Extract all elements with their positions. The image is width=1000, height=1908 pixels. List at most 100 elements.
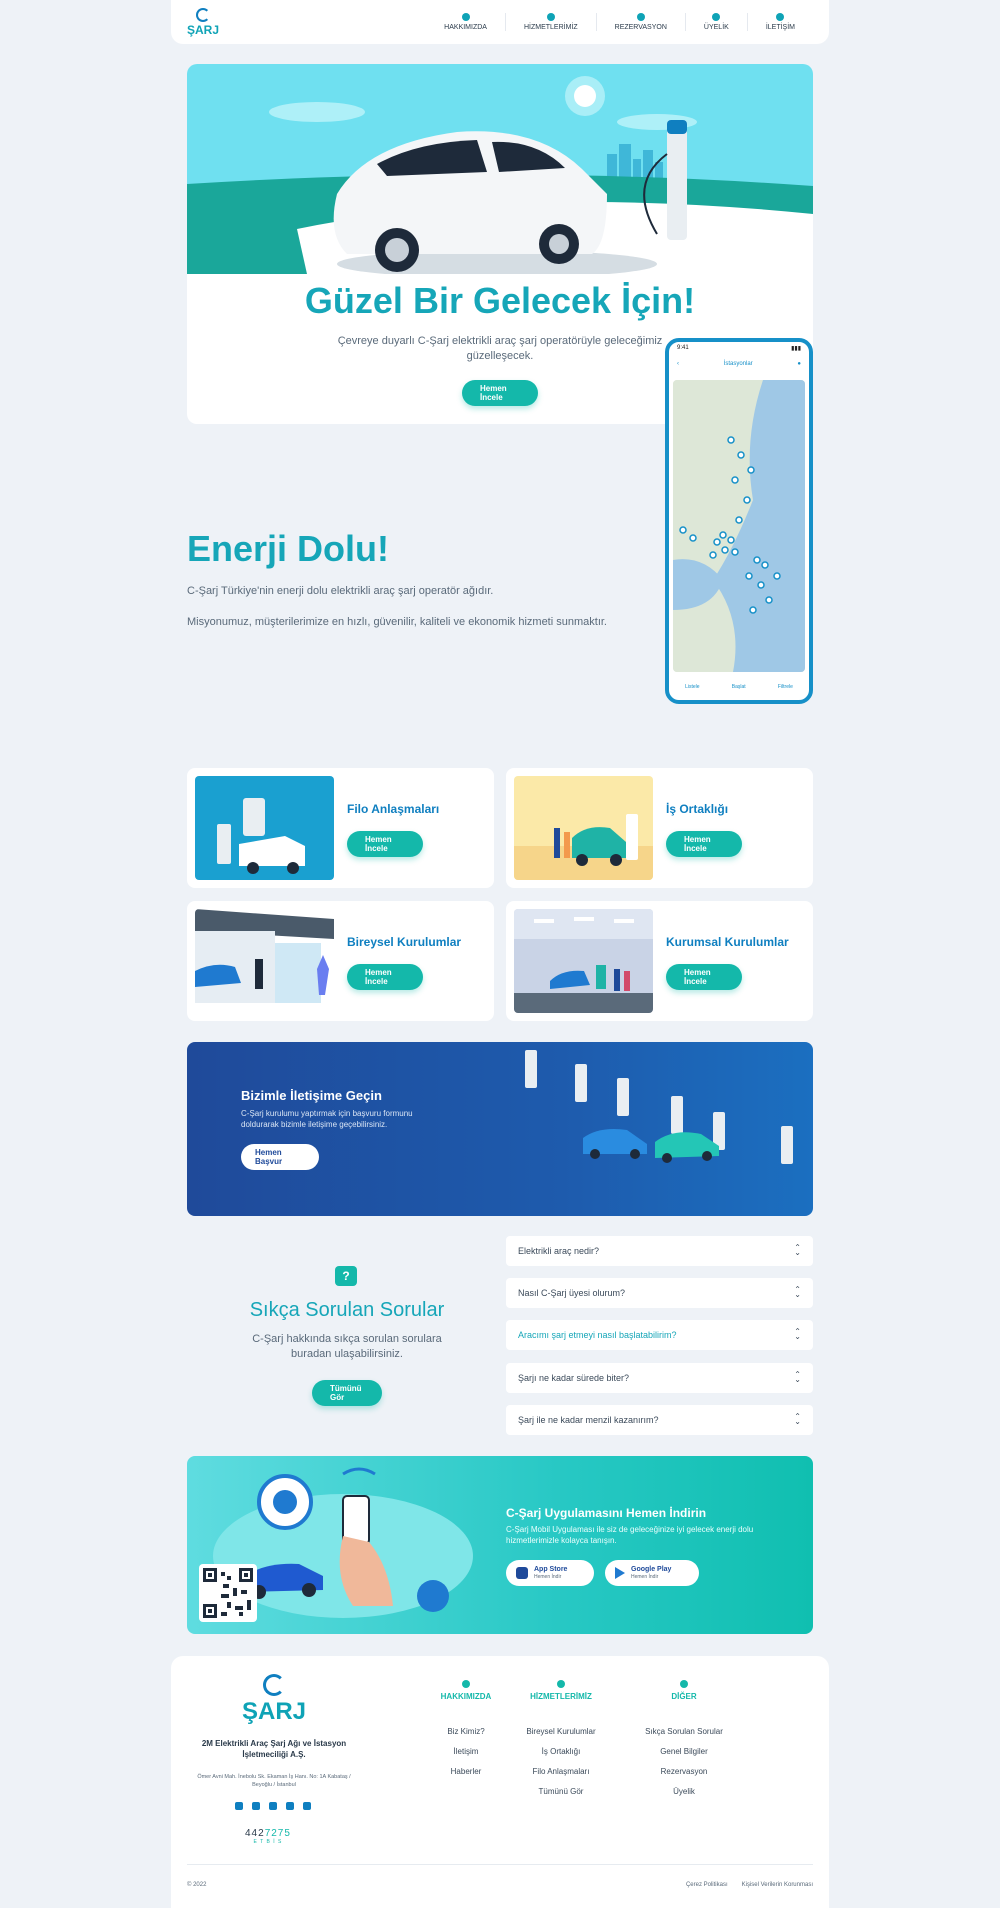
logo-text: ŞARJ — [187, 23, 220, 37]
nav-rezervasyon[interactable]: REZERVASYON — [595, 13, 685, 31]
services-icon — [546, 13, 555, 21]
phone-tabbar: Listele Başlat Filtrele — [669, 674, 809, 700]
company-address: Ömer Avni Mah. İnebolu Sk. Ekaman İş Han… — [197, 1774, 351, 1788]
faq-item[interactable]: Elektrikli araç nedir? ⌃ ⌄ — [506, 1236, 813, 1266]
hero-car-illustration — [187, 64, 813, 274]
service-title: Bireysel Kurulumlar — [347, 935, 462, 949]
phone-tab-filtrele[interactable]: Filtrele — [778, 684, 793, 690]
footer-link[interactable]: İletişim — [421, 1747, 511, 1756]
expand-chevron-icon: ⌃ ⌄ — [794, 1243, 801, 1257]
cookie-policy-link[interactable]: Çerez Politikası — [686, 1882, 728, 1888]
nav-hizmetlerimiz[interactable]: HİZMETLERİMİZ — [504, 13, 596, 31]
hero-cta-button[interactable]: Hemen İncele — [462, 380, 538, 406]
energy-title: Enerji Dolu! — [187, 528, 390, 569]
instagram-icon[interactable] — [269, 1802, 277, 1810]
services-icon — [557, 1680, 565, 1688]
service-card-kurumsal: Kurumsal Kurulumlar Hemen İncele — [506, 901, 813, 1021]
expand-chevron-icon: ⌃ ⌄ — [794, 1285, 801, 1299]
footer-link[interactable]: Bireysel Kurulumlar — [516, 1727, 606, 1736]
footer-logo[interactable]: ŞARJ — [239, 1674, 309, 1726]
qr-code-image — [203, 1568, 253, 1618]
fleet-illustration — [195, 776, 334, 880]
site-footer: ŞARJ 2M Elektrikli Araç Şarj Ağı ve İsta… — [171, 1656, 829, 1908]
linkedin-icon[interactable] — [303, 1802, 311, 1810]
garage-charging-illustration — [514, 909, 653, 1013]
user-icon — [712, 13, 721, 21]
service-cta-button[interactable]: Hemen İncele — [666, 964, 742, 990]
energy-text-2: Misyonumuz, müşterilerimize en hızlı, gü… — [187, 616, 607, 628]
service-card-is-ortakligi: İş Ortaklığı Hemen İncele — [506, 768, 813, 888]
nav-hakkimizda[interactable]: HAKKIMIZDA — [426, 13, 505, 31]
service-card-filo: Filo Anlaşmaları Hemen İncele — [187, 768, 494, 888]
faq-item-active[interactable]: Aracımı şarj etmeyi nasıl başlatabilirim… — [506, 1320, 813, 1350]
other-icon — [680, 1680, 688, 1688]
cloud-icon — [462, 1680, 470, 1688]
phone-status-bar: 9:41 ▮▮▮ — [669, 342, 809, 355]
faq-item[interactable]: Nasıl C-Şarj üyesi olurum? ⌃ ⌄ — [506, 1278, 813, 1308]
phone-tab-listele[interactable]: Listele — [685, 684, 699, 690]
main-nav: HAKKIMIZDA HİZMETLERİMİZ REZERVASYON ÜYE… — [426, 13, 813, 31]
station-map[interactable] — [673, 380, 805, 672]
service-card-bireysel: Bireysel Kurulumlar Hemen İncele — [187, 901, 494, 1021]
top-header: ŞARJ HAKKIMIZDA HİZMETLERİMİZ REZERVASYO… — [171, 0, 829, 44]
kvkk-link[interactable]: Kişisel Verilerin Korunması — [742, 1882, 813, 1888]
facebook-icon[interactable] — [235, 1802, 243, 1810]
footer-logo-text: ŞARJ — [241, 1698, 307, 1725]
faq-view-all-button[interactable]: Tümünü Gör — [312, 1380, 382, 1406]
footer-link[interactable]: Sıkça Sorulan Sorular — [639, 1727, 729, 1736]
qr-code — [199, 1564, 257, 1622]
logo[interactable]: ŞARJ — [187, 8, 219, 36]
service-title: Filo Anlaşmaları — [347, 802, 440, 816]
home-charging-illustration — [195, 909, 334, 1013]
cloud-icon — [461, 13, 470, 21]
footer-link[interactable]: Üyelik — [639, 1787, 729, 1796]
apple-icon — [516, 1567, 528, 1579]
phone-mockup: 9:41 ▮▮▮ ‹ İstasyonlar ● Listele Başlat … — [665, 338, 813, 704]
service-cta-button[interactable]: Hemen İncele — [666, 831, 742, 857]
footer-link[interactable]: Tümünü Gör — [516, 1787, 606, 1796]
footer-link[interactable]: Rezervasyon — [639, 1767, 729, 1776]
energy-text-1: C-Şarj Türkiye'nin enerji dolu elektrikl… — [187, 585, 494, 597]
phone-screen-title: İstasyonlar — [723, 361, 753, 367]
app-store-button[interactable]: App Store Hemen İndir — [506, 1560, 594, 1586]
service-title: İş Ortaklığı — [666, 802, 729, 816]
app-title: C-Şarj Uygulamasını Hemen İndirin — [506, 1506, 707, 1520]
service-cta-button[interactable]: Hemen İncele — [347, 964, 423, 990]
google-play-button[interactable]: Google Play Hemen İndir — [605, 1560, 699, 1586]
expand-chevron-icon: ⌃ ⌄ — [794, 1412, 801, 1426]
service-cta-button[interactable]: Hemen İncele — [347, 831, 423, 857]
chargers-illustration — [525, 1050, 793, 1164]
play-icon — [615, 1567, 625, 1579]
footer-col-diger: DİĞER Sıkça Sorulan Sorular Genel Bilgil… — [639, 1680, 729, 1807]
faq-text: C-Şarj hakkında sıkça sorulan sorulara b… — [252, 1333, 442, 1361]
calendar-icon — [636, 13, 645, 21]
youtube-icon[interactable] — [286, 1802, 294, 1810]
mail-icon — [776, 13, 785, 21]
expand-chevron-icon: ⌃ ⌄ — [794, 1327, 801, 1341]
twitter-icon[interactable] — [252, 1802, 260, 1810]
etbis-badge[interactable]: 4427275 E T B İ S — [245, 1828, 291, 1845]
copyright: © 2022 — [187, 1882, 207, 1888]
app-text: C-Şarj Mobil Uygulaması ile siz de gelec… — [506, 1525, 754, 1546]
legal-links: Çerez Politikası Kişisel Verilerin Korun… — [686, 1882, 813, 1888]
footer-link[interactable]: Biz Kimiz? — [421, 1727, 511, 1736]
footer-link[interactable]: Genel Bilgiler — [639, 1747, 729, 1756]
footer-col-hizmetlerimiz: HİZMETLERİMİZ Bireysel Kurulumlar İş Ort… — [516, 1680, 606, 1807]
nav-uyelik[interactable]: ÜYELİK — [684, 13, 747, 31]
company-name: 2M Elektrikli Araç Şarj Ağı ve İstasyon … — [201, 1739, 347, 1760]
faq-item[interactable]: Şarj ile ne kadar menzil kazanırım? ⌃ ⌄ — [506, 1405, 813, 1435]
footer-link[interactable]: Filo Anlaşmaları — [516, 1767, 606, 1776]
hero-subtitle: Çevreye duyarlı C-Şarj elektrikli araç ş… — [337, 335, 663, 363]
footer-link[interactable]: Haberler — [421, 1767, 511, 1776]
faq-item[interactable]: Şarjı ne kadar sürede biter? ⌃ ⌄ — [506, 1363, 813, 1393]
nav-iletisim[interactable]: İLETİŞİM — [746, 13, 813, 31]
contact-text: C-Şarj kurulumu yaptırmak için başvuru f… — [241, 1109, 413, 1130]
profile-icon[interactable]: ● — [797, 361, 801, 367]
apply-button[interactable]: Hemen Başvur — [241, 1144, 319, 1170]
back-icon[interactable]: ‹ — [677, 361, 679, 367]
footer-link[interactable]: İş Ortaklığı — [516, 1747, 606, 1756]
logo-mark-icon — [263, 1674, 285, 1696]
signal-icon: ▮▮▮ — [791, 346, 801, 352]
phone-tab-baslat[interactable]: Başlat — [732, 684, 746, 690]
hero-title: Güzel Bir Gelecek İçin! — [304, 280, 696, 321]
